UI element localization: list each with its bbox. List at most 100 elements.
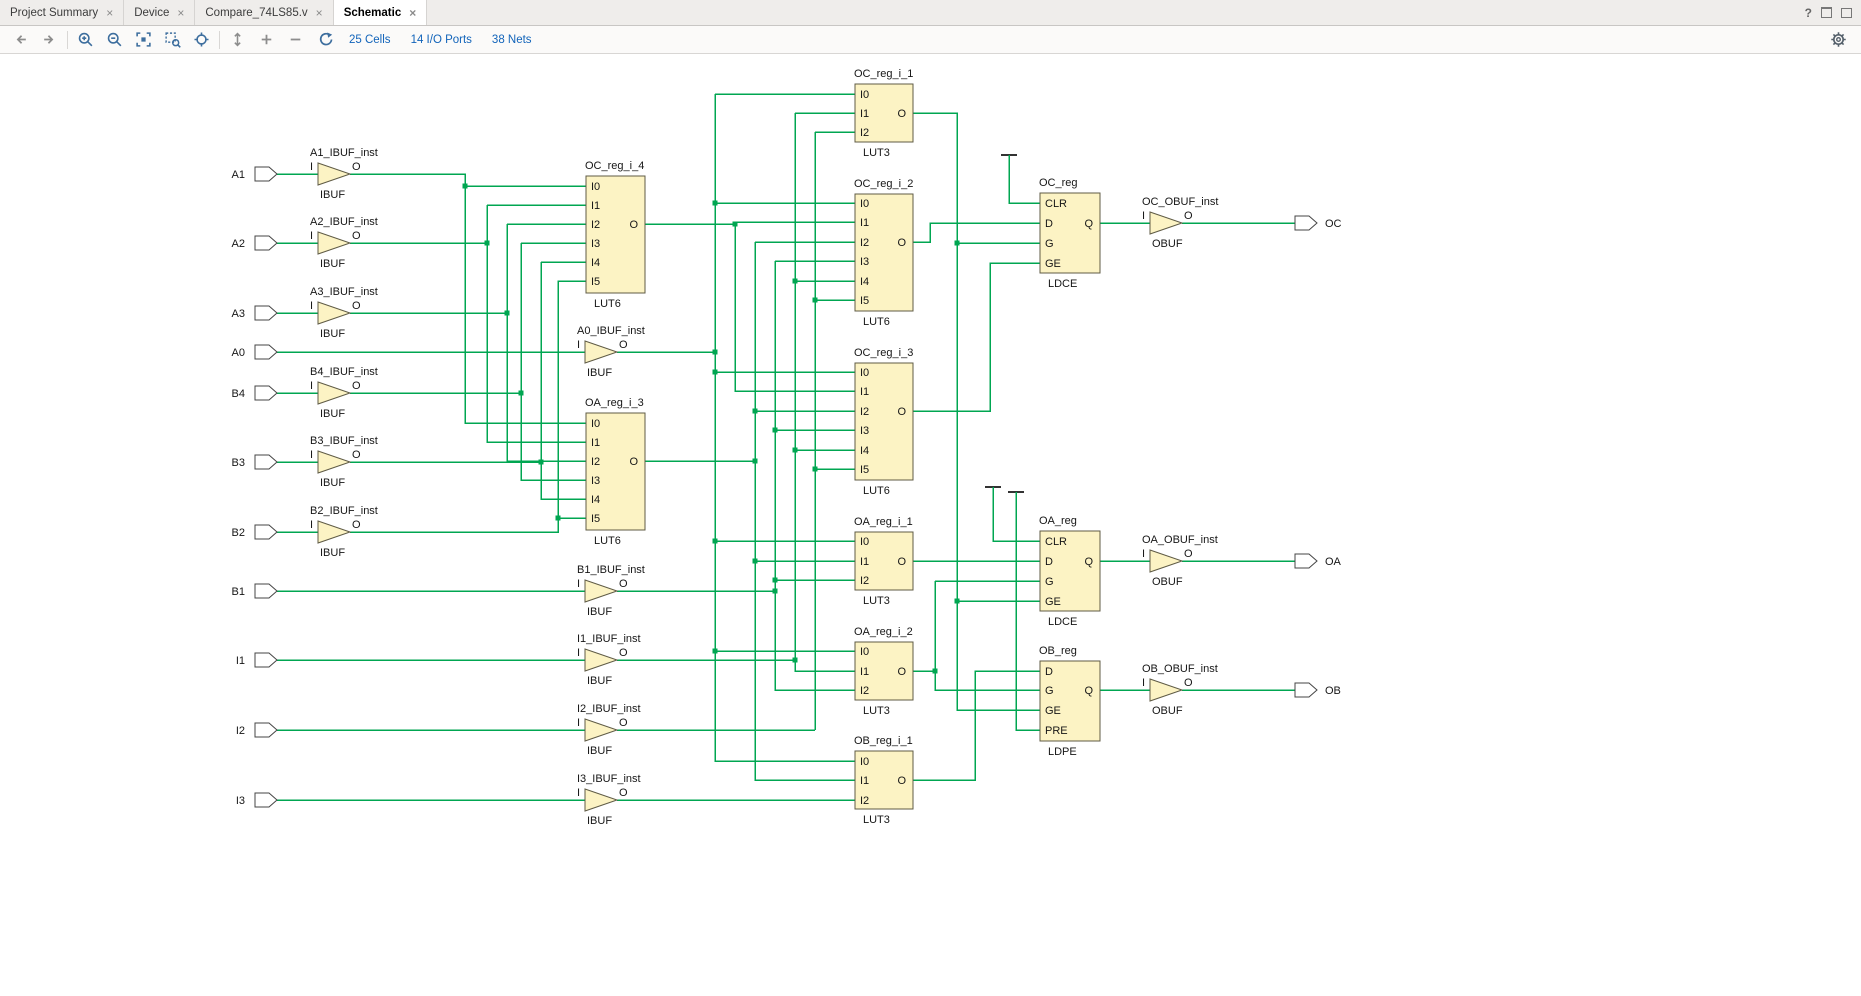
autofit-button[interactable] — [187, 28, 216, 52]
refresh-icon — [319, 32, 333, 46]
port-B3[interactable]: B3 — [232, 454, 278, 470]
port-B4[interactable]: B4 — [232, 385, 278, 401]
cell-OB_reg_i_1[interactable]: I0 I1 I2 O OB_reg_i_1 LUT3 — [854, 735, 914, 826]
cell-type-label: LUT6 — [863, 485, 890, 497]
net-B2_IBUF[interactable] — [350, 280, 586, 533]
net-A3_IBUF[interactable] — [350, 223, 586, 462]
net-const_OB_PRE[interactable] — [1008, 491, 1040, 731]
tab-project-summary[interactable]: Project Summary × — [0, 0, 125, 25]
cell-instance-label: OB_reg — [1039, 645, 1077, 657]
tab-schematic[interactable]: Schematic × — [333, 0, 428, 25]
cell-OC_reg_i_2[interactable]: I0 I1 I2 I3 I4 I5 O OC_reg_i_2 LUT6 — [854, 178, 914, 328]
tab-device[interactable]: Device × — [124, 0, 196, 25]
port-B2[interactable]: B2 — [232, 524, 278, 540]
float-icon[interactable] — [1821, 7, 1832, 18]
nets-link[interactable]: 38 Nets — [492, 34, 532, 46]
net-const_OC_CLR[interactable] — [1001, 154, 1040, 204]
cell-instance-label: OC_reg_i_4 — [585, 160, 644, 172]
help-icon[interactable]: ? — [1805, 6, 1812, 20]
back-button[interactable] — [6, 28, 35, 52]
port-label: I1 — [236, 655, 245, 667]
net-OC_reg_i_3_O[interactable] — [913, 262, 1040, 412]
cell-type-label: IBUF — [587, 815, 612, 827]
maximize-icon[interactable] — [1841, 7, 1852, 18]
pin-label: I2 — [860, 406, 869, 418]
cell-type-label: IBUF — [320, 258, 345, 270]
net-OC_reg_i_4_O[interactable] — [645, 221, 855, 392]
zoom-out-button[interactable] — [100, 28, 129, 52]
net-A0_IBUF[interactable] — [617, 93, 855, 762]
refresh-button[interactable] — [310, 28, 339, 52]
pin-label: O — [619, 578, 628, 590]
cell-type-label: IBUF — [587, 745, 612, 757]
cells-link[interactable]: 25 Cells — [349, 34, 391, 46]
minus-button[interactable] — [281, 28, 310, 52]
net-OA_reg_i_3_O[interactable] — [645, 241, 855, 781]
cell-OC_reg_i_4[interactable]: I0 I1 I2 I3 I4 I5 O OC_reg_i_4 LUT6 — [585, 160, 646, 310]
expand-button[interactable] — [223, 28, 252, 52]
port-A1[interactable]: A1 — [232, 166, 278, 182]
zoom-fit-button[interactable] — [129, 28, 158, 52]
cell-OA_reg_i_1[interactable]: I0 I1 I2 O OA_reg_i_1 LUT3 — [854, 516, 914, 607]
port-OB[interactable]: OB — [1294, 682, 1341, 698]
cell-instance-label: I2_IBUF_inst — [577, 703, 641, 715]
cell-OC_reg_i_3[interactable]: I0 I1 I2 I3 I4 I5 O OC_reg_i_3 LUT6 — [854, 347, 914, 497]
net-A2_IBUF[interactable] — [350, 204, 586, 443]
port-B1[interactable]: B1 — [232, 583, 278, 599]
port-A3[interactable]: A3 — [232, 305, 278, 321]
cell-instance-label: OA_OBUF_inst — [1142, 534, 1218, 546]
cell-type-label: OBUF — [1152, 705, 1183, 717]
close-icon[interactable]: × — [316, 7, 323, 19]
close-icon[interactable]: × — [409, 7, 416, 19]
net-B3_IBUF[interactable] — [350, 261, 586, 500]
net-A1_IBUF[interactable] — [350, 173, 586, 424]
net-B4_IBUF[interactable] — [350, 242, 586, 481]
zoom-fit-icon — [136, 32, 151, 47]
close-icon[interactable]: × — [177, 7, 184, 19]
pin-label: I0 — [860, 646, 869, 658]
port-OC[interactable]: OC — [1294, 215, 1342, 231]
close-icon[interactable]: × — [106, 7, 113, 19]
port-OA[interactable]: OA — [1294, 553, 1342, 569]
cell-type-label: OBUF — [1152, 238, 1183, 250]
pin-label: I4 — [860, 445, 869, 457]
pin-label: O — [897, 237, 906, 249]
pin-label: I — [310, 161, 313, 173]
pin-label: I2 — [860, 127, 869, 139]
cell-OA_reg_i_2[interactable]: I0 I1 I2 O OA_reg_i_2 LUT3 — [854, 626, 914, 717]
forward-button[interactable] — [35, 28, 64, 52]
zoom-selection-button[interactable] — [158, 28, 187, 52]
pin-label: I1 — [860, 775, 869, 787]
pin-label: Q — [1084, 685, 1093, 697]
editor-tabbar: Project Summary × Device × Compare_74LS8… — [0, 0, 1861, 26]
io-ports-link[interactable]: 14 I/O Ports — [411, 34, 472, 46]
pin-label: I1 — [591, 200, 600, 212]
net-B1_IBUF[interactable] — [617, 260, 855, 691]
plus-button[interactable] — [252, 28, 281, 52]
cell-OC_reg_i_1[interactable]: I0 I1 I2 O OC_reg_i_1 LUT3 — [854, 68, 914, 159]
minus-icon — [290, 38, 301, 41]
pin-label: O — [897, 775, 906, 787]
schematic-canvas[interactable]: I0 I1 I2 I3 I4 I5 O OC_reg_i_4 LUT6 I0 I1 I2 I3 I4 I5 O… — [0, 0, 1861, 996]
net-const_OA_CLR[interactable] — [985, 486, 1040, 542]
port-I1[interactable]: I1 — [236, 652, 278, 668]
cell-OA_reg_i_3[interactable]: I0 I1 I2 I3 I4 I5 O OA_reg_i_3 LUT6 — [585, 397, 646, 547]
settings-gear-icon — [1831, 32, 1846, 47]
port-I3[interactable]: I3 — [236, 792, 278, 808]
port-A2[interactable]: A2 — [232, 235, 278, 251]
port-A0[interactable]: A0 — [232, 344, 278, 360]
pin-label: I — [577, 578, 580, 590]
port-label: A1 — [232, 169, 245, 181]
cell-OA_reg[interactable]: CLR DG GE Q OA_reg LDCE — [1039, 515, 1101, 628]
net-OB_reg_i_1_O[interactable] — [913, 670, 1040, 781]
zoom-in-button[interactable] — [71, 28, 100, 52]
cell-OC_reg[interactable]: CLR DG GE Q OC_reg LDCE — [1039, 177, 1101, 290]
tab-compare-74ls85-v[interactable]: Compare_74LS85.v × — [195, 0, 334, 25]
port-I2[interactable]: I2 — [236, 722, 278, 738]
settings-button[interactable] — [1824, 28, 1853, 52]
cell-OB_reg[interactable]: DG GE PRE Q OB_reg LDPE — [1039, 645, 1101, 758]
cell-instance-label: OA_reg_i_2 — [854, 626, 913, 638]
net-I1_IBUF[interactable] — [617, 112, 855, 672]
net-OC_reg_i_2_O[interactable] — [913, 222, 1040, 243]
net-OA_reg_i_2_O[interactable] — [913, 580, 1040, 691]
